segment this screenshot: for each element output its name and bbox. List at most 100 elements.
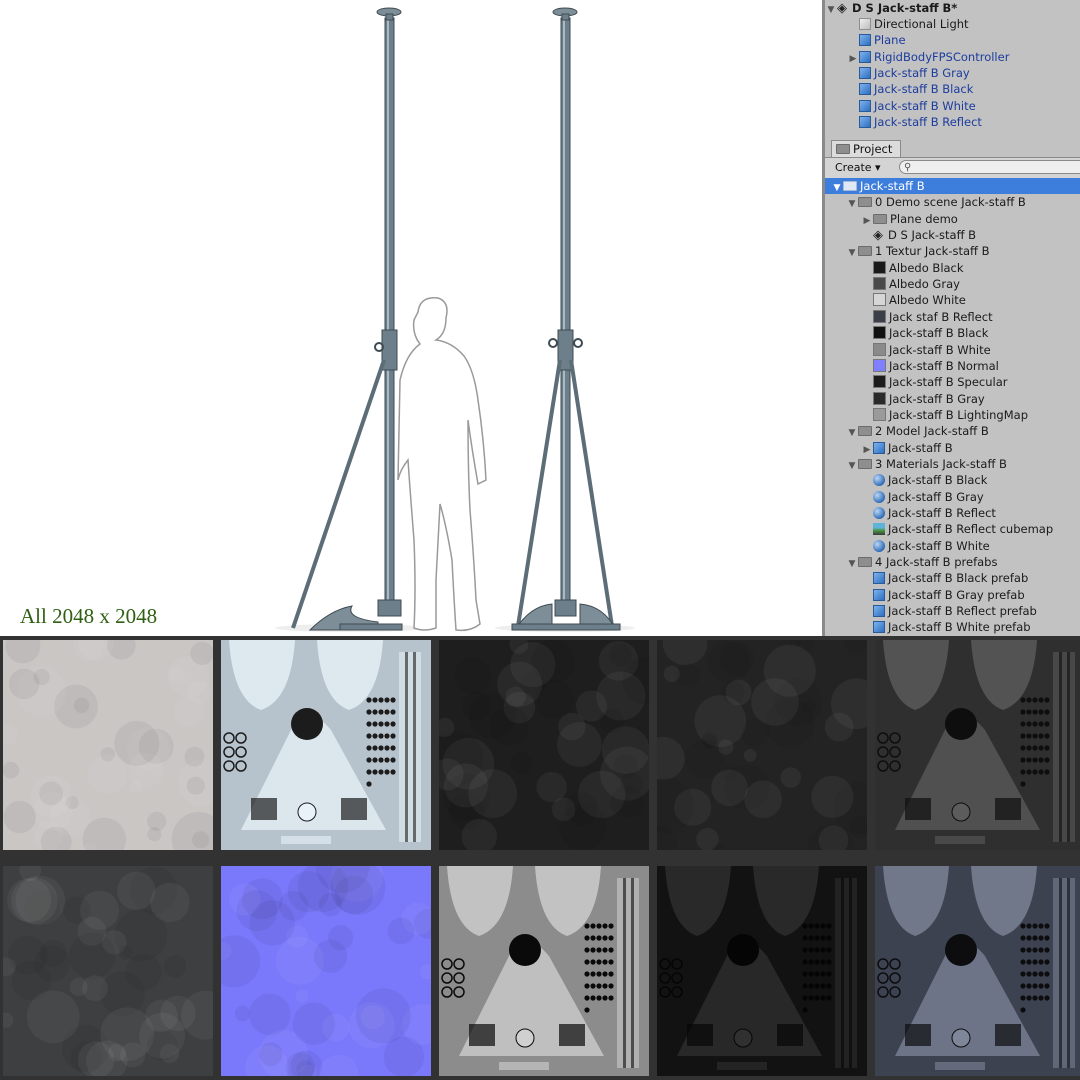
prefab-icon [873, 621, 885, 634]
hierarchy-item[interactable]: ▶ RigidBodyFPSController [825, 49, 1080, 65]
unity-scene-icon: ◈ [837, 1, 847, 16]
project-tree-item[interactable]: ▼ Jack-staff B [825, 178, 1080, 194]
gray-texture [875, 640, 1080, 850]
project-tree-item[interactable]: Albedo Black [825, 260, 1080, 276]
texture-icon [873, 358, 886, 372]
folder-icon [858, 557, 872, 568]
normal-map-texture [221, 866, 431, 1076]
tab-project[interactable]: Project [831, 140, 901, 157]
scene-title: D S Jack-staff B* [852, 1, 958, 15]
albedo-black-texture [439, 640, 649, 850]
project-tree-item-label: Jack-staff B Gray [888, 489, 984, 504]
project-tree-item[interactable]: Jack-staff B Reflect prefab [825, 603, 1080, 619]
prefab-icon [859, 50, 871, 63]
folder-icon [858, 197, 872, 208]
prefab-icon [873, 605, 885, 618]
project-tree-item[interactable]: ◈ D S Jack-staff B [825, 227, 1080, 243]
reflect-texture [875, 866, 1080, 1076]
project-tree-item[interactable]: Jack-staff B White [825, 538, 1080, 554]
prefab-icon [859, 116, 871, 129]
project-tree-item[interactable]: Jack-staff B White [825, 342, 1080, 358]
project-tree-item-label: 0 Demo scene Jack-staff B [875, 195, 1026, 210]
texture-icon [873, 326, 886, 340]
hierarchy-item-label: Plane [874, 33, 906, 48]
hierarchy-item[interactable]: Jack-staff B White [825, 98, 1080, 114]
project-tree-item-label: Albedo White [889, 293, 966, 308]
project-tree-item[interactable]: ▶ Plane demo [825, 211, 1080, 227]
project-tree-item-label: 1 Textur Jack-staff B [875, 244, 990, 259]
project-tree-item-label: Jack-staff B [860, 179, 925, 193]
prefab-icon [859, 34, 871, 47]
project-tree-item[interactable]: Jack-staff B Black [825, 325, 1080, 341]
project-tree-item[interactable]: Jack-staff B Black prefab [825, 570, 1080, 586]
project-tree-item-label: Jack-staff B Reflect cubemap [888, 522, 1054, 537]
texture-icon [873, 407, 886, 421]
project-tree-item-label: Jack-staff B Black [888, 473, 988, 488]
search-icon: ⚲ [904, 162, 912, 173]
project-tree-item[interactable]: ▼ 1 Textur Jack-staff B [825, 243, 1080, 259]
project-tree-item-label: Albedo Black [889, 260, 964, 275]
project-tree-item[interactable]: Jack-staff B Reflect cubemap [825, 521, 1080, 537]
material-icon [873, 507, 885, 519]
folder-icon [858, 246, 872, 257]
project-tree-item[interactable]: Jack-staff B Specular [825, 374, 1080, 390]
project-tree-item-label: Jack-staff B Black [889, 326, 989, 341]
texture-icon [873, 342, 886, 356]
hierarchy-item-label: Jack-staff B Gray [874, 66, 970, 81]
black-texture [657, 866, 867, 1076]
project-tree-item-label: Jack-staff B Specular [889, 375, 1008, 390]
hierarchy-item[interactable]: Jack-staff B Reflect [825, 114, 1080, 130]
prefab-icon [873, 572, 885, 585]
project-tree-item[interactable]: Jack-staff B Black [825, 472, 1080, 488]
project-tab-label: Project [853, 142, 893, 156]
folder-icon [836, 144, 850, 154]
texture-icon [873, 293, 886, 307]
project-tree-item[interactable]: Jack-staff B LightingMap [825, 407, 1080, 423]
project-tree-item[interactable]: Jack-staff B Gray [825, 391, 1080, 407]
albedo-white-texture [3, 640, 213, 850]
albedo-gray-texture [3, 866, 213, 1076]
project-tree-item[interactable]: ▼ 2 Model Jack-staff B [825, 423, 1080, 439]
jack-staff-left [291, 7, 403, 631]
project-tree-item[interactable]: Jack-staff B White prefab [825, 619, 1080, 635]
project-tree-item[interactable]: Albedo White [825, 292, 1080, 308]
texture-icon [873, 260, 886, 274]
project-tree-item[interactable]: ▼ 0 Demo scene Jack-staff B [825, 194, 1080, 210]
hierarchy-item[interactable]: Jack-staff B Black [825, 81, 1080, 97]
hierarchy-item-label: Jack-staff B White [874, 98, 976, 113]
project-tree-item-label: 4 Jack-staff B prefabs [875, 555, 998, 570]
hierarchy-item[interactable]: Directional Light [825, 16, 1080, 32]
create-button[interactable]: Create ▾ [835, 160, 881, 175]
project-tree-item-label: Jack-staff B Gray prefab [888, 587, 1025, 602]
project-tree-item[interactable]: Jack staf B Reflect [825, 309, 1080, 325]
project-tree-item-label: Jack-staff B Gray [889, 391, 985, 406]
hierarchy-item[interactable]: Jack-staff B Gray [825, 65, 1080, 81]
hierarchy-item-label: Jack-staff B Reflect [874, 115, 982, 130]
texture-icon [873, 375, 886, 389]
project-tree-item-label: Jack-staff B LightingMap [889, 407, 1028, 422]
project-tree-item[interactable]: ▼ 3 Materials Jack-staff B [825, 456, 1080, 472]
prefab-icon [859, 99, 871, 112]
project-tree-item-label: Jack staf B Reflect [889, 309, 993, 324]
specular-texture [657, 640, 867, 850]
hierarchy-item[interactable]: Plane [825, 32, 1080, 48]
folder-icon [873, 213, 887, 224]
project-tree-item[interactable]: Jack-staff B Normal [825, 358, 1080, 374]
project-tree-item[interactable]: Jack-staff B Gray [825, 489, 1080, 505]
material-icon [873, 539, 885, 552]
scene-root[interactable]: ▼ ◈ D S Jack-staff B* [825, 0, 1080, 16]
project-tree-item[interactable]: Jack-staff B Gray prefab [825, 587, 1080, 603]
search-input[interactable]: ⚲ [899, 160, 1080, 174]
prefab-icon [873, 588, 885, 601]
texture-icon [873, 277, 886, 291]
resolution-caption: All 2048 x 2048 [20, 604, 158, 628]
texture-icon [873, 391, 886, 405]
unity-editor-panel: ▼ ◈ D S Jack-staff B* Directional Light Plan… [822, 0, 1080, 636]
project-tree-item[interactable]: ▼ 4 Jack-staff B prefabs [825, 554, 1080, 570]
folder-icon [858, 458, 872, 469]
project-tree-item-label: Jack-staff B Normal [889, 358, 999, 373]
hierarchy-item-label: Directional Light [874, 17, 969, 31]
project-tree-item[interactable]: ▶ Jack-staff B [825, 440, 1080, 456]
project-tree-item[interactable]: Jack-staff B Reflect [825, 505, 1080, 521]
project-tree-item[interactable]: Albedo Gray [825, 276, 1080, 292]
